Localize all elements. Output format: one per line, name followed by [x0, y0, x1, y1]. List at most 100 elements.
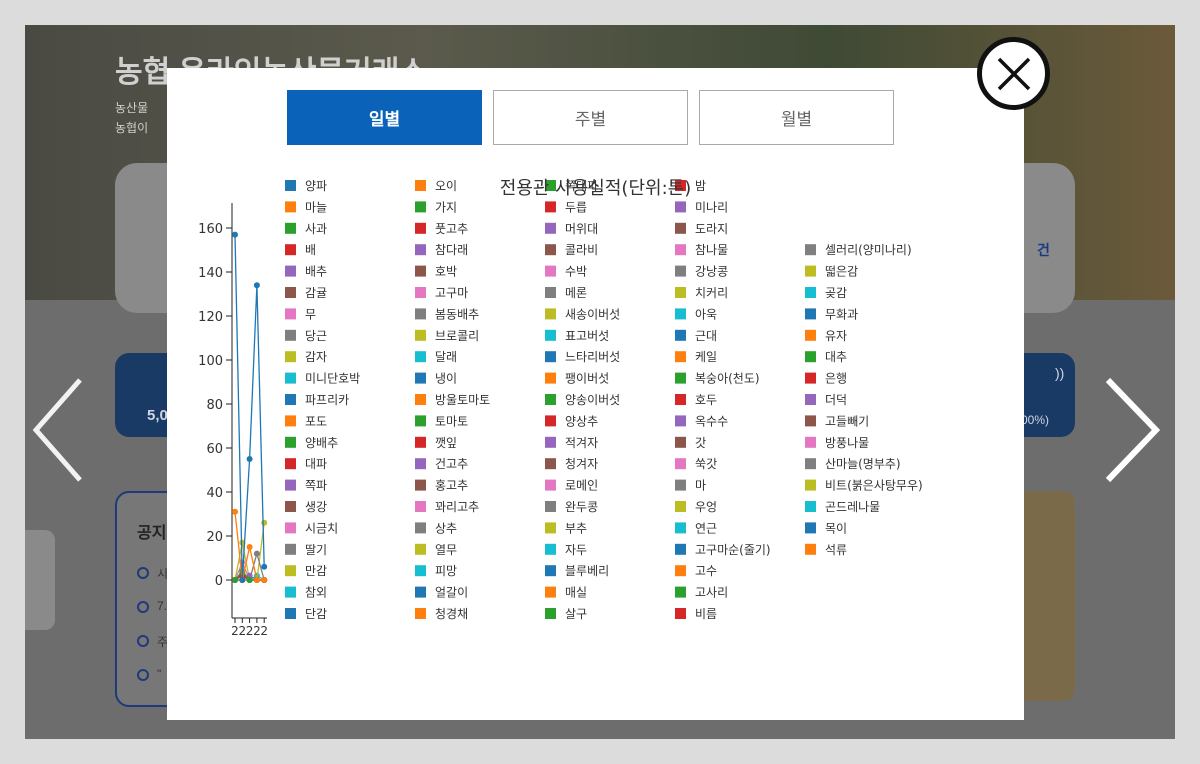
notice-bullet [137, 601, 149, 613]
legend-label: 봄동배추 [435, 307, 479, 321]
legend-label: 만감 [305, 564, 327, 578]
legend-swatch [285, 265, 296, 277]
legend-swatch [415, 608, 426, 619]
legend-label: 청겨자 [565, 457, 598, 471]
legend-swatch [285, 394, 296, 405]
notice-bullet [137, 635, 149, 647]
legend-label: 갓 [695, 436, 706, 450]
notice-item: 7. [157, 599, 168, 613]
legend-label: 팽이버섯 [565, 372, 609, 386]
legend-swatch [675, 244, 686, 256]
legend-label: 강낭콩 [695, 265, 728, 279]
legend-label: 석류 [825, 543, 847, 557]
legend-label: 부추 [565, 521, 587, 535]
legend-label: 상추 [435, 521, 457, 535]
data-point [253, 577, 260, 583]
legend-label: 딸기 [305, 543, 327, 557]
legend-label: 얼갈이 [435, 586, 468, 600]
legend-label: 로메인 [565, 479, 598, 493]
legend-swatch [415, 522, 426, 534]
legend-swatch [805, 522, 816, 534]
legend-label: 참다래 [435, 243, 468, 257]
legend-swatch [285, 543, 296, 555]
notice-bullet [137, 669, 149, 681]
legend-label: 방풍나물 [825, 436, 869, 450]
legend-swatch [545, 458, 556, 470]
legend-swatch [675, 201, 686, 213]
legend-swatch [805, 394, 816, 405]
background-notice-title: 공지 [137, 525, 167, 542]
legend-label: 블루베리 [565, 564, 609, 578]
legend-label: 홍고추 [435, 479, 468, 493]
legend-label: 포도 [305, 414, 327, 428]
legend-label: 곶감 [825, 286, 847, 300]
legend-swatch [805, 287, 816, 298]
legend-label: 호박 [435, 265, 457, 279]
legend-label: 마늘 [305, 200, 327, 214]
close-modal-button[interactable] [977, 37, 1050, 110]
legend-swatch [285, 608, 296, 619]
background-stats-percent: 00%) [1021, 413, 1050, 427]
legend-swatch [805, 415, 816, 427]
legend-label: 고구마 [435, 286, 468, 300]
y-tick-label: 80 [206, 398, 223, 413]
legend-label: 치커리 [695, 286, 728, 300]
legend-swatch [285, 329, 296, 341]
legend-swatch [415, 372, 426, 384]
legend-label: 토마토 [435, 414, 468, 428]
legend-label: 우엉 [695, 500, 717, 514]
legend-label: 더덕 [825, 393, 847, 407]
legend-label: 양송이버섯 [565, 393, 620, 407]
legend-label: 비름 [695, 607, 717, 621]
legend-label: 브로콜리 [435, 329, 479, 343]
data-point [232, 508, 238, 515]
legend-label: 은행 [825, 371, 847, 386]
legend-label: 근대 [695, 329, 717, 343]
legend-swatch [285, 351, 296, 363]
legend-swatch [545, 351, 556, 363]
data-point [246, 577, 253, 583]
data-point [246, 456, 253, 462]
y-tick-label: 20 [206, 530, 223, 545]
legend-swatch [675, 543, 686, 555]
legend-swatch [675, 308, 686, 320]
legend-swatch [285, 522, 296, 534]
legend-swatch [805, 351, 816, 363]
legend-label: 완두콩 [565, 500, 598, 514]
legend-swatch [545, 608, 556, 619]
legend-swatch [545, 543, 556, 555]
legend-label: 옥수수 [695, 414, 728, 428]
legend-label: 살구 [565, 607, 587, 621]
legend-swatch [415, 222, 426, 234]
y-tick-label: 40 [206, 486, 223, 501]
legend-swatch [545, 501, 556, 512]
legend-swatch [805, 372, 816, 384]
legend-label: 셀러리(양미나리) [825, 243, 912, 257]
legend-swatch [675, 329, 686, 341]
next-slide-button[interactable] [1100, 370, 1161, 490]
legend-swatch [675, 565, 686, 577]
legend-label: 연근 [695, 521, 717, 535]
legend-swatch [805, 265, 816, 277]
legend-swatch [285, 222, 296, 234]
close-x-icon [997, 57, 1031, 91]
legend-swatch [805, 458, 816, 470]
data-point [261, 577, 268, 583]
legend-swatch [415, 543, 426, 555]
legend-label: 비트(붉은사탕무우) [825, 479, 923, 493]
prev-slide-button[interactable] [28, 370, 88, 490]
legend-swatch [285, 501, 296, 512]
legend-label: 콜라비 [565, 243, 598, 257]
y-tick-label: 140 [198, 266, 223, 281]
legend-swatch [805, 329, 816, 341]
y-tick-label: 60 [206, 442, 223, 457]
legend-label: 대파 [305, 457, 327, 471]
legend-swatch [285, 436, 296, 448]
legend-swatch [545, 308, 556, 320]
legend-swatch [545, 372, 556, 384]
legend-label: 마 [695, 479, 706, 493]
y-tick-label: 0 [215, 574, 223, 589]
legend-swatch [675, 351, 686, 363]
chevron-right-icon [1105, 377, 1161, 483]
data-point [246, 544, 253, 550]
